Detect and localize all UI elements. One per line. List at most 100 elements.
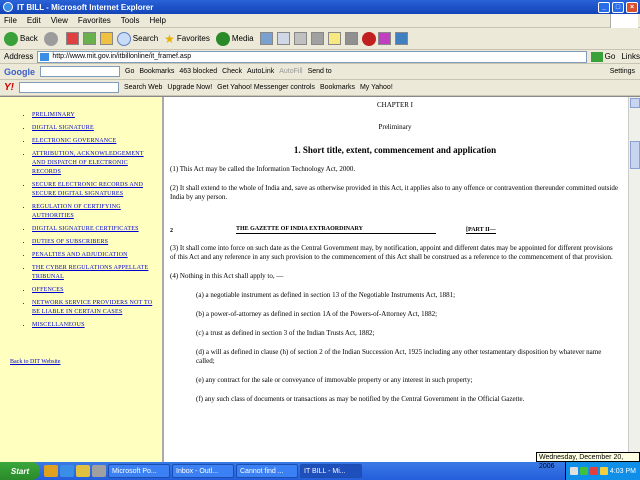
windows-logo-icon	[610, 14, 638, 28]
my-yahoo-button[interactable]: My Yahoo!	[360, 84, 393, 91]
search-icon	[116, 31, 131, 46]
messenger-icon[interactable]	[361, 31, 376, 46]
extra-icon[interactable]	[377, 32, 391, 45]
system-tray: 4:03 PM	[564, 462, 640, 480]
minimize-button[interactable]: _	[598, 1, 610, 13]
search-web-button[interactable]: Search Web	[124, 84, 162, 91]
search-button[interactable]: Search	[116, 31, 158, 46]
address-label: Address	[4, 52, 34, 61]
yahoo-bookmarks-button[interactable]: Bookmarks	[320, 84, 355, 91]
nav-link[interactable]: NETWORK SERVICE PROVIDERS NOT TO BE LIAB…	[32, 300, 152, 315]
address-url: http://www.mit.gov.in/itbillonline/it_fr…	[52, 52, 192, 60]
menu-tools[interactable]: Tools	[121, 16, 140, 25]
refresh-icon[interactable]	[82, 32, 96, 45]
standard-toolbar: Back Search ★ Favorites Media	[0, 28, 640, 50]
favorites-button[interactable]: ★ Favorites	[164, 32, 210, 46]
tray-security-icon[interactable]	[579, 467, 588, 475]
media-button[interactable]: Media	[215, 31, 254, 46]
clock[interactable]: 4:03 PM	[610, 468, 636, 475]
menu-help[interactable]: Help	[149, 16, 165, 25]
nav-link[interactable]: MISCELLANEOUS	[32, 322, 85, 328]
nav-link[interactable]: DUTIES OF SUBSCRIBERS	[32, 239, 108, 245]
quicklaunch-desktop-icon[interactable]	[92, 465, 106, 477]
stop-icon[interactable]	[65, 32, 79, 45]
mail-icon[interactable]	[276, 32, 290, 45]
history-icon[interactable]	[259, 32, 273, 45]
print-icon[interactable]	[293, 32, 307, 45]
back-button[interactable]: Back	[4, 31, 38, 46]
yahoo-toolbar: Y! Search Web Upgrade Now! Get Yahoo! Me…	[0, 80, 640, 96]
spell-check-button[interactable]: Check	[222, 68, 242, 75]
nav-link[interactable]: ELECTRONIC GOVERNANCE	[32, 138, 116, 144]
google-logo: Google	[4, 66, 35, 77]
nav-link[interactable]: DIGITAL SIGNATURE CERTIFICATES	[32, 226, 139, 232]
maximize-button[interactable]: □	[612, 1, 624, 13]
edit-icon[interactable]	[310, 32, 324, 45]
tray-network-icon[interactable]	[569, 467, 578, 475]
nav-item: OFFENCES	[32, 286, 156, 295]
messenger-controls-button[interactable]: Get Yahoo! Messenger controls	[217, 84, 315, 91]
document-frame: CHAPTER I Preliminary 1. Short title, ex…	[166, 97, 628, 462]
nav-item: THE CYBER REGULATIONS APPELLATE TRIBUNAL	[32, 264, 156, 282]
yahoo-search-input[interactable]	[19, 82, 119, 93]
task-it-bill[interactable]: IT BILL - Mi...	[300, 464, 362, 478]
nav-link[interactable]: THE CYBER REGULATIONS APPELLATE TRIBUNAL	[32, 265, 148, 280]
popup-blocked-count[interactable]: 463 blocked	[179, 68, 217, 75]
google-go-button[interactable]: Go	[125, 68, 134, 75]
nav-link[interactable]: PRELIMINARY	[32, 112, 75, 118]
quicklaunch-folder-icon[interactable]	[76, 465, 90, 477]
tray-volume-icon[interactable]	[599, 467, 608, 475]
close-button[interactable]: ×	[626, 1, 638, 13]
menu-edit[interactable]: Edit	[27, 16, 41, 25]
tool-icon[interactable]	[394, 32, 408, 45]
task-cannot-find[interactable]: Cannot find ...	[236, 464, 298, 478]
scroll-up-arrow-icon[interactable]	[630, 98, 640, 108]
nav-link[interactable]: ATTRIBUTION, ACKNOWLEDGEMENT AND DISPATC…	[32, 151, 144, 175]
discuss-icon[interactable]	[327, 32, 341, 45]
task-powerpoint[interactable]: Microsoft Po...	[108, 464, 170, 478]
nav-link[interactable]: PENALTIES AND ADJUDICATION	[32, 252, 128, 258]
nav-link[interactable]: DIGITAL SIGNATURE	[32, 125, 94, 131]
chapter-title: CHAPTER I	[377, 101, 413, 109]
ie-window: IT BILL - Microsoft Internet Explorer _ …	[0, 0, 640, 462]
nav-item: DUTIES OF SUBSCRIBERS	[32, 238, 156, 247]
tray-antivirus-icon[interactable]	[589, 467, 598, 475]
menu-file[interactable]: File	[4, 16, 17, 25]
nav-item: SECURE ELECTRONIC RECORDS AND SECURE DIG…	[32, 181, 156, 199]
nav-link[interactable]: REGULATION OF CERTIFYING AUTHORITIES	[32, 204, 121, 219]
scrollbar-thumb[interactable]	[630, 141, 640, 169]
settings-button[interactable]: Settings	[610, 68, 635, 75]
nav-item: DIGITAL SIGNATURE	[32, 124, 156, 133]
task-outlook[interactable]: Inbox - Outl...	[172, 464, 234, 478]
date-tooltip: Wednesday, December 20, 2006	[536, 452, 640, 470]
menu-favorites[interactable]: Favorites	[78, 16, 111, 25]
start-button[interactable]: Start	[0, 462, 40, 480]
forward-button[interactable]	[43, 31, 60, 46]
back-to-dit-link[interactable]: Back to DIT Website	[10, 359, 60, 365]
gazette-page-number: 2	[170, 228, 173, 234]
links-button[interactable]: Links	[621, 52, 640, 61]
forward-arrow-icon	[43, 31, 58, 46]
vertical-scrollbar[interactable]	[628, 97, 640, 462]
nav-link[interactable]: SECURE ELECTRONIC RECORDS AND SECURE DIG…	[32, 182, 143, 197]
research-icon[interactable]	[344, 32, 358, 45]
upgrade-button[interactable]: Upgrade Now!	[167, 84, 212, 91]
menu-view[interactable]: View	[51, 16, 68, 25]
address-input[interactable]: http://www.mit.gov.in/itbillonline/it_fr…	[37, 50, 587, 63]
media-icon	[215, 31, 230, 46]
autolink-button[interactable]: AutoLink	[247, 68, 274, 75]
go-button[interactable]: Go	[590, 51, 615, 62]
nav-item: NETWORK SERVICE PROVIDERS NOT TO BE LIAB…	[32, 299, 156, 317]
google-search-input[interactable]	[40, 66, 120, 77]
star-icon: ★	[164, 31, 175, 46]
paragraph-2: (2) It shall extend to the whole of Indi…	[170, 184, 618, 201]
yahoo-logo: Y!	[4, 82, 14, 93]
autofill-button[interactable]: AutoFill	[279, 68, 302, 75]
nav-link[interactable]: OFFENCES	[32, 287, 64, 293]
google-bookmarks-button[interactable]: Bookmarks	[139, 68, 174, 75]
quicklaunch-ie-icon[interactable]	[60, 465, 74, 477]
nav-item: MISCELLANEOUS	[32, 321, 156, 330]
sendto-button[interactable]: Send to	[308, 68, 332, 75]
quicklaunch-browser-icon[interactable]	[44, 465, 58, 477]
home-icon[interactable]	[99, 32, 113, 45]
